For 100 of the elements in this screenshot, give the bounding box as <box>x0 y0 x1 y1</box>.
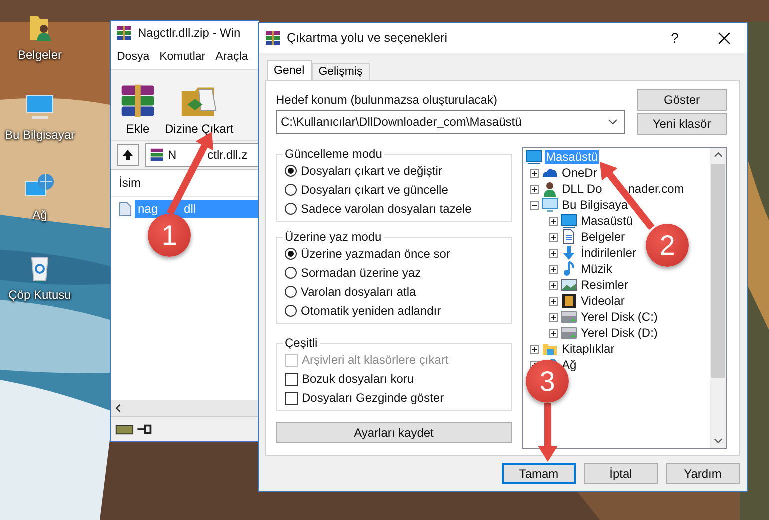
save-settings-button[interactable]: Ayarları kaydet <box>276 422 512 443</box>
radio-button[interactable] <box>285 267 297 279</box>
expand-toggle[interactable] <box>530 200 538 210</box>
radio-button[interactable] <box>285 286 297 298</box>
expand-toggle[interactable] <box>548 264 558 274</box>
dialog-button[interactable]: İptal <box>584 463 658 484</box>
file-icon <box>119 202 132 216</box>
radio-button[interactable] <box>285 305 297 317</box>
tree-item[interactable]: İndirilenler <box>580 246 638 260</box>
tree-item[interactable]: nader.com <box>627 182 686 196</box>
group-title: Güncelleme modu <box>284 147 384 161</box>
dialog-button[interactable]: Yeni klasör <box>637 113 727 135</box>
tab[interactable]: Gelişmiş <box>312 63 370 80</box>
arrow <box>538 403 558 462</box>
menu-item[interactable]: Komutlar <box>160 51 206 63</box>
option-label: Sormadan üzerine yaz <box>301 266 422 280</box>
dialog-button[interactable]: Yardım <box>666 463 740 484</box>
tree-item[interactable]: OneDr <box>561 166 598 180</box>
down-arrow-icon <box>561 245 577 261</box>
option-label: Arşivleri alt klasörlere çıkart <box>302 353 449 367</box>
up-arrow-icon <box>122 149 134 161</box>
radio-button[interactable] <box>285 165 297 177</box>
option-label: Üzerine yazmadan önce sor <box>301 247 450 261</box>
group-title: Çeşitli <box>284 336 319 350</box>
toolbar-button[interactable]: Ekle <box>117 82 159 136</box>
archive-books-icon <box>150 148 164 162</box>
drive-icon <box>561 325 577 341</box>
desktop-icon-label: Belgeler <box>18 48 62 62</box>
desktop-icon-label: Bu Bilgisayar <box>4 128 76 142</box>
left-chevron-icon <box>115 404 122 412</box>
expand-toggle[interactable] <box>548 216 558 226</box>
dialog-button[interactable]: Göster <box>637 89 727 111</box>
desktop-icon-label: Çöp Kutusu <box>8 288 72 302</box>
dialog-button[interactable]: Tamam <box>502 463 576 484</box>
checkbox[interactable] <box>285 392 298 404</box>
column-header[interactable]: İsim <box>119 176 141 190</box>
expand-toggle[interactable] <box>548 280 558 290</box>
option-label: Dosyaları çıkart ve güncelle <box>301 183 448 197</box>
tree-item[interactable]: DLL Do <box>561 182 604 196</box>
option-label: Dosyaları çıkart ve değiştir <box>301 164 442 178</box>
dialog-title: Çıkartma yolu ve seçenekleri <box>287 31 448 45</box>
help-button[interactable]: ? <box>655 30 695 46</box>
tree-item[interactable]: Masaüstü <box>580 214 634 228</box>
tab[interactable]: Genel <box>267 60 312 80</box>
computer-icon <box>542 197 558 213</box>
menu-item[interactable]: Dosya <box>117 51 150 63</box>
checkbox[interactable] <box>285 372 298 386</box>
tree-item[interactable]: Bu Bilgisaya <box>561 198 630 212</box>
expand-toggle[interactable] <box>530 344 538 354</box>
expand-toggle[interactable] <box>548 232 558 242</box>
tree-item[interactable]: Kitaplıklar <box>561 342 616 356</box>
field-label: Hedef konum (bulunmazsa oluşturulacak) <box>276 93 498 107</box>
archive-books-icon <box>265 30 281 46</box>
tree-item[interactable]: Yerel Disk (C:) <box>580 310 659 324</box>
tree-item[interactable]: Resimler <box>580 278 630 292</box>
expand-toggle[interactable] <box>548 328 558 338</box>
scrollbar[interactable] <box>710 148 726 448</box>
scrollbar[interactable] <box>111 400 259 416</box>
chevron-down-icon <box>714 438 722 444</box>
tree-item[interactable]: Belgeler <box>580 230 626 244</box>
group-title: Üzerine yaz modu <box>284 230 383 244</box>
menu-item[interactable]: Araçla <box>216 51 248 63</box>
archive-books-icon <box>119 82 157 120</box>
path-field[interactable]: N ctlr.dll.z <box>145 143 259 167</box>
window-title: Nagctlr.dll.zip - Win <box>138 26 241 40</box>
tree-item[interactable]: Videolar <box>580 294 626 308</box>
close-icon <box>718 32 730 44</box>
expand-toggle[interactable] <box>530 184 538 194</box>
music-note-icon <box>561 261 577 277</box>
folder-icon <box>542 341 558 357</box>
person-icon <box>542 181 558 197</box>
option-label: Bozuk dosyaları koru <box>302 372 414 386</box>
archive-books-icon <box>116 25 132 41</box>
option-label: Sadece varolan dosyaları tazele <box>301 202 472 216</box>
up-button[interactable] <box>117 144 139 166</box>
document-icon <box>561 229 577 245</box>
expand-toggle[interactable] <box>548 296 558 306</box>
tree-item[interactable]: Yerel Disk (D:) <box>580 326 659 340</box>
drive-key-icon <box>115 422 153 436</box>
option-label: Otomatik yeniden adlandır <box>301 304 442 318</box>
destination-field[interactable]: C:\Kullanıcılar\DllDownloader_com\Masaüstü <box>276 110 625 134</box>
option-label: Dosyaları Gezginde göster <box>302 391 444 405</box>
desktop-icon-label: Ağ <box>32 208 48 222</box>
radio-button[interactable] <box>285 203 297 215</box>
film-icon <box>561 293 577 309</box>
radio-button[interactable] <box>285 184 297 196</box>
scrollbar-thumb[interactable] <box>711 164 725 378</box>
monitor-icon <box>526 149 542 165</box>
chevron-up-icon <box>714 152 722 158</box>
monitor-icon <box>561 213 577 229</box>
toolbar-button[interactable]: Dizine Çıkart <box>163 82 236 136</box>
drive-icon <box>561 309 577 325</box>
radio-button[interactable] <box>285 248 297 260</box>
chevron-down-icon <box>608 119 618 125</box>
expand-toggle[interactable] <box>548 312 558 322</box>
expand-toggle[interactable] <box>530 168 538 178</box>
option-label: Varolan dosyaları atla <box>301 285 416 299</box>
expand-toggle[interactable] <box>548 248 558 258</box>
image-icon <box>561 277 577 293</box>
tree-item[interactable]: Müzik <box>580 262 614 276</box>
